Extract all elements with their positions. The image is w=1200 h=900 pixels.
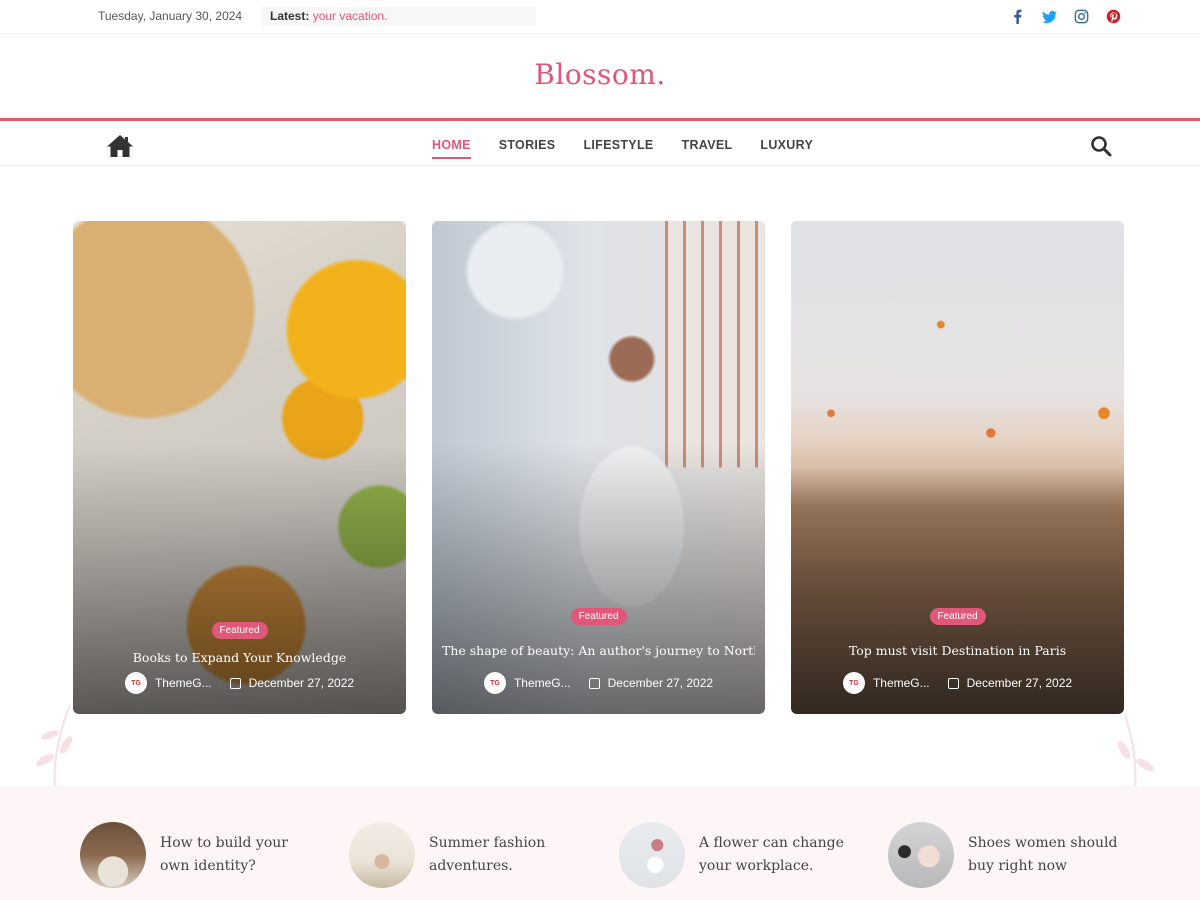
featured-badge[interactable]: Featured <box>929 608 986 625</box>
featured-badge[interactable]: Featured <box>211 622 268 639</box>
calendar-icon <box>947 677 959 689</box>
twitter-icon[interactable] <box>1041 7 1057 25</box>
card-title[interactable]: Books to Expand Your Knowledge <box>83 650 396 665</box>
current-date: Tuesday, January 30, 2024 <box>98 9 243 23</box>
featured-card[interactable]: Featured The shape of beauty: An author'… <box>432 221 765 714</box>
card-title[interactable]: Top must visit Destination in Paris <box>801 643 1114 658</box>
featured-card[interactable]: Featured Top must visit Destination in P… <box>791 221 1124 714</box>
nav-menu: HOME STORIES LIFESTYLE TRAVEL LUXURY <box>432 138 813 159</box>
card-title[interactable]: The shape of beauty: An author's journey… <box>442 643 755 658</box>
nav-item-home[interactable]: HOME <box>432 138 471 159</box>
author-name[interactable]: ThemeG... <box>155 676 212 690</box>
pinterest-icon[interactable] <box>1105 7 1121 25</box>
home-icon[interactable] <box>106 134 134 158</box>
recent-post-title[interactable]: A flower can change your workplace. <box>699 832 849 878</box>
latest-label: Latest: <box>270 9 310 23</box>
nav-item-stories[interactable]: STORIES <box>499 138 556 159</box>
post-date[interactable]: December 27, 2022 <box>608 676 713 690</box>
card-meta: TG ThemeG... December 27, 2022 <box>432 672 765 694</box>
recent-post[interactable]: Shoes women should buy right now <box>888 822 1118 888</box>
recent-post-title[interactable]: Summer fashion adventures. <box>429 832 579 878</box>
fashion-room-photo[interactable] <box>349 822 415 888</box>
post-date[interactable]: December 27, 2022 <box>249 676 354 690</box>
author-avatar[interactable]: TG <box>124 672 147 694</box>
search-icon[interactable] <box>1090 135 1112 157</box>
card-meta: TG ThemeG... December 27, 2022 <box>73 672 406 694</box>
calendar-icon <box>588 677 600 689</box>
author-avatar[interactable]: TG <box>483 672 506 694</box>
recent-post-title[interactable]: Shoes women should buy right now <box>968 832 1118 878</box>
vase-flowers-photo[interactable] <box>619 822 685 888</box>
site-logo[interactable]: Blossom. <box>0 58 1200 91</box>
nav-item-luxury[interactable]: LUXURY <box>760 138 813 159</box>
latest-link[interactable]: your vacation. <box>313 9 388 23</box>
nav-item-travel[interactable]: TRAVEL <box>682 138 733 159</box>
shoes-flowers-photo[interactable] <box>888 822 954 888</box>
top-bar: Tuesday, January 30, 2024 Latest: your v… <box>0 0 1200 34</box>
recent-post[interactable]: How to build your own identity? <box>80 822 310 888</box>
featured-card[interactable]: Featured Books to Expand Your Knowledge … <box>73 221 406 714</box>
latest-ticker[interactable]: Latest: your vacation. <box>262 7 536 26</box>
author-name[interactable]: ThemeG... <box>873 676 930 690</box>
nav-item-lifestyle[interactable]: LIFESTYLE <box>583 138 653 159</box>
instagram-icon[interactable] <box>1073 7 1089 25</box>
featured-badge[interactable]: Featured <box>570 608 627 625</box>
recent-post[interactable]: A flower can change your workplace. <box>619 822 849 888</box>
living-room-photo[interactable] <box>80 822 146 888</box>
card-meta: TG ThemeG... December 27, 2022 <box>791 672 1124 694</box>
facebook-icon[interactable] <box>1009 7 1025 25</box>
leaf-decoration-icon <box>1117 714 1154 790</box>
author-name[interactable]: ThemeG... <box>514 676 571 690</box>
calendar-icon <box>229 677 241 689</box>
post-date[interactable]: December 27, 2022 <box>967 676 1072 690</box>
recent-post[interactable]: Summer fashion adventures. <box>349 822 579 888</box>
main-navigation: HOME STORIES LIFESTYLE TRAVEL LUXURY <box>0 118 1200 166</box>
recent-post-title[interactable]: How to build your own identity? <box>160 832 310 878</box>
leaf-decoration-icon <box>36 704 73 790</box>
author-avatar[interactable]: TG <box>842 672 865 694</box>
